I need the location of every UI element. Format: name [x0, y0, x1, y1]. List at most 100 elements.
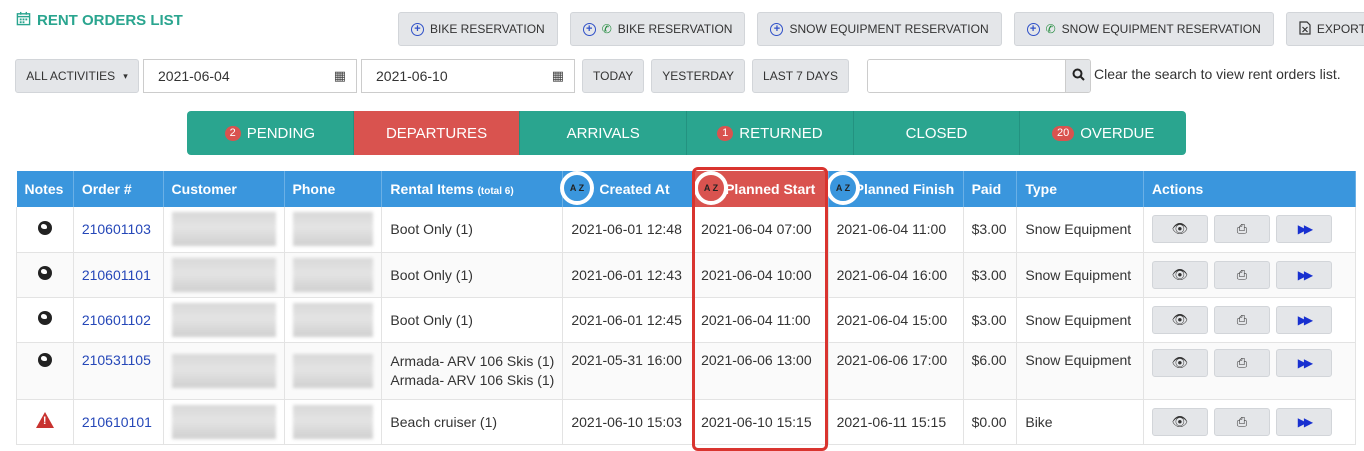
today-button[interactable]: TODAY	[582, 59, 645, 93]
fast-forward-icon: ▶▶	[1297, 355, 1314, 370]
depart-button[interactable]: ▶▶	[1275, 348, 1332, 377]
type: Snow Equipment	[1016, 207, 1144, 253]
depart-button[interactable]: ▶▶	[1275, 260, 1332, 289]
note-cell	[16, 252, 74, 298]
col-notes: Notes	[16, 171, 74, 207]
depart-button[interactable]: ▶▶	[1275, 215, 1332, 244]
table-header-row: Notes Order # Customer Phone Rental Item…	[16, 171, 1357, 207]
paid: $3.00	[963, 252, 1018, 298]
yesterday-button[interactable]: YESTERDAY	[651, 59, 746, 93]
rental-items: Boot Only (1)	[381, 297, 564, 343]
count-badge: 20	[1051, 125, 1075, 141]
view-button[interactable]: 👁	[1151, 215, 1208, 244]
planned-start: 2021-06-04 07:00	[692, 207, 829, 253]
order-link[interactable]: 210610101	[82, 414, 152, 430]
table-row: 210601102 Boot Only (1) 2021-06-01 12:45…	[16, 297, 1357, 343]
tab-closed[interactable]: CLOSED	[853, 111, 1021, 155]
tab-returned[interactable]: 1 RETURNED	[687, 111, 854, 155]
customer-name-redacted	[171, 302, 276, 337]
created-at: 2021-06-01 12:45	[562, 297, 694, 343]
type: Snow Equipment	[1016, 297, 1144, 343]
sort-created-at-icon[interactable]: A Z	[560, 171, 594, 205]
date-from-field[interactable]: 2021-06-04 ▦	[143, 59, 357, 93]
last-7-days-button[interactable]: LAST 7 DAYS	[752, 59, 849, 93]
col-paid[interactable]: Paid	[963, 171, 1018, 207]
date-to-field[interactable]: 2021-06-10 ▦	[361, 59, 575, 93]
print-button[interactable]: ⎙	[1213, 260, 1270, 289]
planned-finish: 2021-06-04 11:00	[828, 207, 964, 253]
planned-start: 2021-06-10 15:15	[692, 399, 829, 445]
note-cell	[16, 342, 74, 400]
col-actions: Actions	[1143, 171, 1357, 207]
print-button[interactable]: ⎙	[1213, 407, 1270, 436]
actions-cell: 👁 ⎙ ▶▶	[1143, 207, 1357, 253]
order-link[interactable]: 210601101	[82, 267, 151, 283]
tab-departures[interactable]: DEPARTURES	[353, 111, 521, 155]
view-button[interactable]: 👁	[1151, 305, 1208, 334]
paid: $0.00	[963, 399, 1018, 445]
col-customer[interactable]: Customer	[163, 171, 285, 207]
customer-name-redacted	[171, 404, 276, 439]
col-phone[interactable]: Phone	[284, 171, 383, 207]
orders-table: Notes Order # Customer Phone Rental Item…	[16, 171, 1357, 445]
print-button[interactable]: ⎙	[1213, 305, 1270, 334]
rental-items: Boot Only (1)	[381, 207, 564, 253]
filter-bar: ALL ACTIVITIES ▾ 2021-06-04 ▦ 2021-06-10…	[15, 59, 849, 93]
actions-cell: 👁 ⎙ ▶▶	[1143, 297, 1357, 343]
planned-start: 2021-06-04 10:00	[692, 252, 829, 298]
table-row: ! 210610101 Beach cruiser (1) 2021-06-10…	[16, 399, 1357, 445]
planned-finish: 2021-06-11 15:15	[828, 399, 964, 445]
phone-redacted	[292, 212, 373, 247]
paid: $6.00	[963, 342, 1018, 400]
planned-finish: 2021-06-04 16:00	[828, 252, 964, 298]
order-link[interactable]: 210531105	[82, 352, 151, 368]
type: Snow Equipment	[1016, 342, 1144, 400]
bike-phone-reservation-button[interactable]: + ✆ BIKE RESERVATION	[569, 12, 746, 46]
plus-circle-icon: +	[1026, 22, 1040, 36]
customer-name-redacted	[171, 257, 276, 292]
print-icon: ⎙	[1236, 413, 1248, 429]
created-at: 2021-06-10 15:03	[562, 399, 694, 445]
depart-button[interactable]: ▶▶	[1275, 305, 1332, 334]
print-icon: ⎙	[1236, 266, 1248, 282]
note-cell: !	[16, 399, 74, 445]
col-rental-items[interactable]: Rental Items (total 6)	[381, 171, 564, 207]
top-actions: + BIKE RESERVATION + ✆ BIKE RESERVATION …	[398, 12, 1364, 46]
actions-cell: 👁 ⎙ ▶▶	[1143, 252, 1357, 298]
calendar-icon[interactable]: ▦	[334, 68, 346, 84]
view-button[interactable]: 👁	[1151, 407, 1208, 436]
bike-reservation-button[interactable]: + BIKE RESERVATION	[398, 12, 558, 46]
order-link[interactable]: 210601103	[82, 221, 151, 237]
print-button[interactable]: ⎙	[1213, 348, 1270, 377]
activity-select[interactable]: ALL ACTIVITIES ▾	[15, 59, 139, 93]
snow-equipment-phone-reservation-button[interactable]: + ✆ SNOW EQUIPMENT RESERVATION	[1013, 12, 1274, 46]
col-order[interactable]: Order #	[73, 171, 164, 207]
tab-overdue[interactable]: 20 OVERDUE	[1020, 111, 1186, 155]
phone-icon: ✆	[601, 22, 612, 36]
page-title-text: RENT ORDERS LIST	[37, 12, 183, 29]
calendar-icon[interactable]: ▦	[552, 68, 564, 84]
rental-items: Beach cruiser (1)	[381, 399, 564, 445]
status-tabs: 2 PENDING DEPARTURES ARRIVALS 1 RETURNED…	[187, 111, 1186, 155]
print-button[interactable]: ⎙	[1213, 215, 1270, 244]
print-icon: ⎙	[1236, 311, 1248, 327]
export-button[interactable]: EXPORT	[1285, 12, 1364, 46]
snow-equipment-reservation-button[interactable]: + SNOW EQUIPMENT RESERVATION	[757, 12, 1002, 46]
depart-button[interactable]: ▶▶	[1275, 407, 1332, 436]
phone-icon: ✆	[1045, 22, 1056, 36]
tab-arrivals[interactable]: ARRIVALS	[520, 111, 688, 155]
search-button[interactable]	[1065, 60, 1090, 92]
globe-icon	[37, 352, 52, 367]
warning-icon: !	[35, 412, 54, 428]
table-row: 210601101 Boot Only (1) 2021-06-01 12:43…	[16, 252, 1357, 298]
tab-pending[interactable]: 2 PENDING	[187, 111, 354, 155]
view-button[interactable]: 👁	[1151, 348, 1208, 377]
sort-planned-start-icon[interactable]: A Z	[694, 171, 728, 205]
planned-start: 2021-06-04 11:00	[692, 297, 829, 343]
fast-forward-icon: ▶▶	[1297, 267, 1314, 282]
search-input[interactable]	[868, 60, 1065, 92]
col-type[interactable]: Type	[1016, 171, 1144, 207]
order-link[interactable]: 210601102	[82, 312, 151, 328]
view-button[interactable]: 👁	[1151, 260, 1208, 289]
sort-planned-finish-icon[interactable]: A Z	[826, 171, 860, 205]
